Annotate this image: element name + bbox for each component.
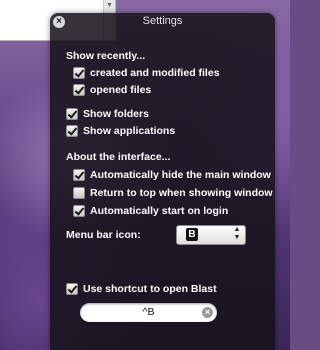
option-label: Automatically hide the main window (90, 169, 271, 181)
checkbox-show-applications[interactable] (66, 125, 78, 137)
option-label: created and modified files (90, 67, 220, 79)
menu-bar-icon-popup[interactable]: B ▲ ▼ (176, 225, 246, 245)
checkbox-return-top[interactable] (73, 187, 85, 199)
option-created-modified[interactable]: created and modified files (73, 66, 220, 80)
shortcut-field[interactable]: ^B × (80, 303, 217, 322)
checkbox-created-modified[interactable] (73, 67, 85, 79)
option-label: Automatically start on login (90, 205, 229, 217)
option-auto-start[interactable]: Automatically start on login (73, 204, 228, 218)
option-show-applications[interactable]: Show applications (66, 124, 175, 138)
blast-icon: B (186, 228, 198, 241)
option-label: Show applications (83, 125, 176, 137)
option-show-folders[interactable]: Show folders (66, 107, 149, 121)
settings-panel: × Settings Show recently... created and … (50, 13, 275, 350)
option-opened[interactable]: opened files (73, 83, 151, 97)
option-label: Use shortcut to open Blast (83, 283, 217, 295)
checkbox-auto-hide[interactable] (73, 169, 85, 181)
chevron-updown-icon: ▲ ▼ (233, 226, 241, 241)
shortcut-value: ^B (142, 306, 155, 318)
option-auto-hide[interactable]: Automatically hide the main window (73, 168, 271, 182)
option-label: Show folders (83, 108, 149, 120)
option-return-top[interactable]: Return to top when showing window (73, 186, 273, 200)
option-label: Return to top when showing window (90, 187, 273, 199)
section-about-interface: About the interface... (66, 151, 171, 163)
panel-title: Settings (142, 15, 183, 27)
checkbox-auto-start[interactable] (73, 205, 85, 217)
section-show-recently: Show recently... (66, 50, 146, 62)
clear-icon[interactable]: × (202, 307, 213, 318)
checkbox-show-folders[interactable] (66, 108, 78, 120)
checkbox-opened[interactable] (73, 84, 85, 96)
option-label: opened files (90, 84, 152, 96)
checkbox-use-shortcut[interactable] (66, 283, 78, 295)
menu-bar-icon-label: Menu bar icon: (66, 229, 141, 241)
scroll-down-arrow-icon[interactable]: ▼ (106, 2, 113, 9)
option-use-shortcut[interactable]: Use shortcut to open Blast (66, 282, 217, 296)
